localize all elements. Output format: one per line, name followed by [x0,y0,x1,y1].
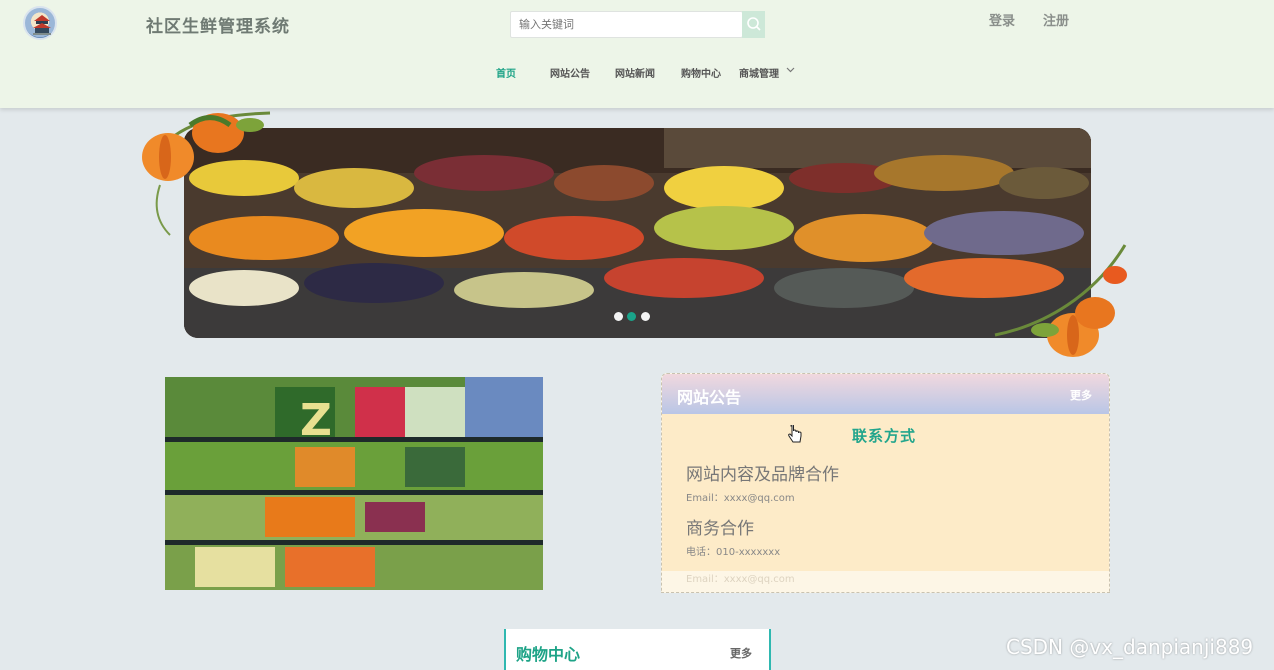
pumpkin-decoration-bottom-right [994,244,1127,357]
nav-shopping[interactable]: 购物中心 [681,65,721,80]
search-button[interactable] [742,11,765,38]
pumpkin-decoration-top-left [142,111,271,236]
nav-announcements[interactable]: 网站公告 [550,65,590,80]
nav-news[interactable]: 网站新闻 [615,65,655,80]
announcement-more-link[interactable]: 更多 [1070,387,1092,403]
hand-cursor-icon [788,425,802,443]
announcement-header: 网站公告 更多 [662,374,1109,414]
produce-aisle-image: Z [165,377,543,590]
shopping-center-title: 购物中心 [516,645,581,664]
brand-cooperation-email: Email：xxxx@qq.com [686,493,795,504]
shopping-center-more-link[interactable]: 更多 [730,645,752,661]
announcement-panel: 网站公告 更多 联系方式 网站内容及品牌合作 Email：xxxx@qq.com… [661,373,1110,593]
carousel-dot-1[interactable] [614,312,623,321]
chevron-down-icon[interactable] [786,66,795,74]
nav-home[interactable]: 首页 [496,65,516,80]
site-title: 社区生鲜管理系统 [146,17,290,37]
brand-cooperation-heading: 网站内容及品牌合作 [686,465,839,485]
watermark: CSDN @vx_danpianji889 [1006,635,1254,659]
temple-icon [33,15,51,35]
search-input[interactable] [510,11,743,38]
svg-text:Z: Z [300,395,332,446]
site-logo[interactable] [23,6,57,40]
register-link[interactable]: 注册 [1043,10,1069,29]
nav-mall-management[interactable]: 商城管理 [739,65,779,80]
banner-carousel[interactable] [184,128,1091,338]
business-cooperation-heading: 商务合作 [686,519,754,539]
carousel-dot-2[interactable] [627,312,636,321]
login-link[interactable]: 登录 [989,10,1015,29]
announcement-title: 网站公告 [677,388,742,407]
business-cooperation-email: Email：xxxx@qq.com [686,574,795,585]
business-cooperation-phone: 电话：010-xxxxxxx [686,547,781,558]
shopping-center-panel: 购物中心 更多 [504,629,771,670]
search-icon [747,17,761,31]
contact-title: 联系方式 [852,427,917,445]
site-header: 社区生鲜管理系统 登录 注册 首页 网站公告 网站新闻 购物中心 商城管理 [0,0,1274,108]
banner-image-fruit-market [184,128,1091,338]
carousel-dot-3[interactable] [641,312,650,321]
